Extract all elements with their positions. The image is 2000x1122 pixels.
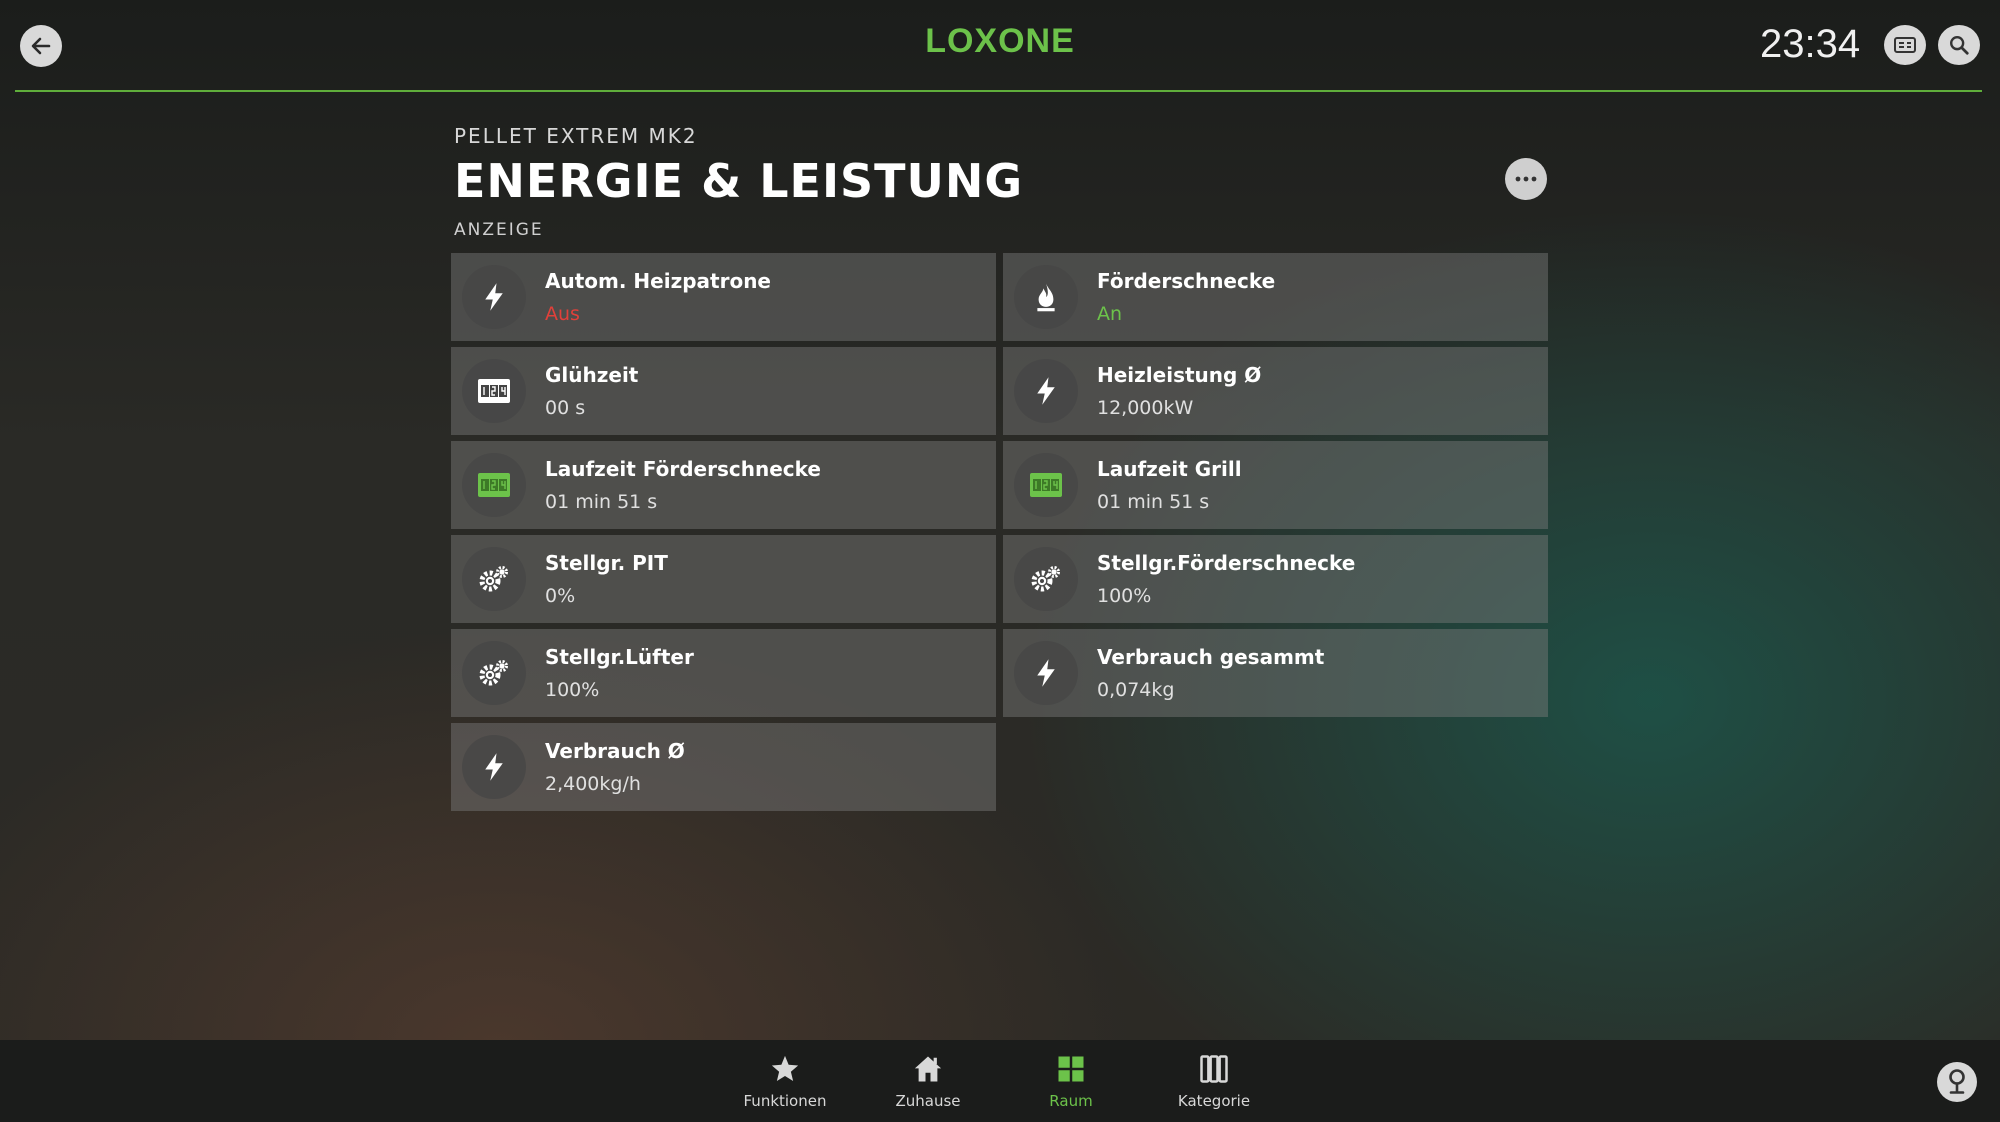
loxone-logo: LOXONE bbox=[925, 22, 1075, 60]
nav-label: Zuhause bbox=[895, 1092, 961, 1110]
tile-icon bbox=[1014, 453, 1078, 517]
search-button[interactable] bbox=[1938, 25, 1980, 65]
page-subtitle: PELLET EXTREM MK2 bbox=[454, 124, 698, 148]
tile-laufzeit-grill[interactable]: Laufzeit Grill 01 min 51 s bbox=[1003, 441, 1548, 529]
assistant-button[interactable] bbox=[1937, 1062, 1977, 1102]
counter-icon bbox=[478, 473, 510, 497]
tile-value: 0% bbox=[545, 585, 576, 607]
tile-icon bbox=[1014, 641, 1078, 705]
tile-title: Glühzeit bbox=[545, 363, 639, 387]
tile-icon bbox=[462, 735, 526, 799]
tile-value: 01 min 51 s bbox=[1097, 491, 1210, 513]
tile-foerderschnecke[interactable]: Förderschnecke An bbox=[1003, 253, 1548, 341]
tile-icon bbox=[1014, 547, 1078, 611]
category-icon bbox=[1200, 1055, 1228, 1083]
flame-icon bbox=[1037, 283, 1055, 312]
tile-stellgr-luefter[interactable]: Stellgr.Lüfter 100% bbox=[451, 629, 996, 717]
tile-title: Verbrauch gesammt bbox=[1097, 645, 1325, 669]
tile-title: Förderschnecke bbox=[1097, 269, 1276, 293]
tile-icon bbox=[1014, 359, 1078, 423]
gears-icon bbox=[1031, 566, 1060, 592]
tile-heizleistung[interactable]: Heizleistung Ø 12,000kW bbox=[1003, 347, 1548, 435]
bottom-nav: Funktionen Zuhause Raum Kategorie bbox=[0, 1040, 2000, 1122]
nav-zuhause[interactable]: Zuhause bbox=[873, 1054, 983, 1110]
tile-icon bbox=[462, 359, 526, 423]
tile-verbrauch-durchschnitt[interactable]: Verbrauch Ø 2,400kg/h bbox=[451, 723, 996, 811]
tile-title: Autom. Heizpatrone bbox=[545, 269, 771, 293]
gears-icon bbox=[479, 660, 508, 686]
tile-title: Verbrauch Ø bbox=[545, 739, 685, 763]
star-icon bbox=[771, 1055, 799, 1081]
lightning-icon bbox=[485, 753, 503, 781]
counter-icon bbox=[478, 379, 510, 403]
clock: 23:34 bbox=[1760, 22, 1861, 66]
tile-laufzeit-foerderschnecke[interactable]: Laufzeit Förderschnecke 01 min 51 s bbox=[451, 441, 996, 529]
more-options-button[interactable] bbox=[1505, 158, 1547, 200]
header-divider bbox=[15, 90, 1982, 92]
tile-title: Heizleistung Ø bbox=[1097, 363, 1262, 387]
home-icon bbox=[914, 1056, 942, 1082]
notifications-button[interactable] bbox=[1884, 25, 1926, 65]
tile-value: 100% bbox=[545, 679, 600, 701]
tile-value: 2,400kg/h bbox=[545, 773, 641, 795]
lightning-icon bbox=[1037, 377, 1055, 405]
gears-icon bbox=[479, 566, 508, 592]
tile-value: 00 s bbox=[545, 397, 586, 419]
counter-icon bbox=[1030, 473, 1062, 497]
nav-raum[interactable]: Raum bbox=[1016, 1054, 1126, 1110]
grid-icon bbox=[1058, 1056, 1084, 1082]
tile-value: 01 min 51 s bbox=[545, 491, 658, 513]
tile-icon bbox=[1014, 265, 1078, 329]
lightning-icon bbox=[485, 283, 503, 311]
lightning-icon bbox=[1037, 659, 1055, 687]
tile-icon bbox=[462, 265, 526, 329]
nav-funktionen[interactable]: Funktionen bbox=[730, 1054, 840, 1110]
tile-gluehzeit[interactable]: Glühzeit 00 s bbox=[451, 347, 996, 435]
top-bar: LOXONE 23:34 bbox=[0, 0, 2000, 92]
tile-value: 12,000kW bbox=[1097, 397, 1194, 419]
tile-icon bbox=[462, 547, 526, 611]
search-icon bbox=[1950, 36, 1969, 55]
tile-icon bbox=[462, 453, 526, 517]
tile-stellgr-pit[interactable]: Stellgr. PIT 0% bbox=[451, 535, 996, 623]
nav-label: Funktionen bbox=[743, 1092, 827, 1110]
message-icon bbox=[1894, 37, 1916, 53]
tile-icon bbox=[462, 641, 526, 705]
section-label: ANZEIGE bbox=[454, 220, 544, 240]
page-title: ENERGIE & LEISTUNG bbox=[454, 154, 1024, 208]
tile-title: Stellgr. PIT bbox=[545, 551, 668, 575]
tile-title: Laufzeit Förderschnecke bbox=[545, 457, 821, 481]
tile-value: An bbox=[1097, 303, 1123, 325]
nav-kategorie[interactable]: Kategorie bbox=[1159, 1054, 1269, 1110]
tile-title: Stellgr.Lüfter bbox=[545, 645, 694, 669]
tile-value: Aus bbox=[545, 303, 580, 325]
location-pin-icon bbox=[1949, 1069, 1965, 1094]
tile-verbrauch-gesammt[interactable]: Verbrauch gesammt 0,074kg bbox=[1003, 629, 1548, 717]
nav-label: Raum bbox=[1049, 1092, 1093, 1110]
tile-value: 0,074kg bbox=[1097, 679, 1175, 701]
tile-stellgr-foerderschnecke[interactable]: Stellgr.Förderschnecke 100% bbox=[1003, 535, 1548, 623]
tile-title: Laufzeit Grill bbox=[1097, 457, 1242, 481]
tile-title: Stellgr.Förderschnecke bbox=[1097, 551, 1356, 575]
tile-autom-heizpatrone[interactable]: Autom. Heizpatrone Aus bbox=[451, 253, 996, 341]
more-dots-icon bbox=[1515, 176, 1537, 182]
tile-value: 100% bbox=[1097, 585, 1152, 607]
nav-label: Kategorie bbox=[1177, 1092, 1251, 1110]
